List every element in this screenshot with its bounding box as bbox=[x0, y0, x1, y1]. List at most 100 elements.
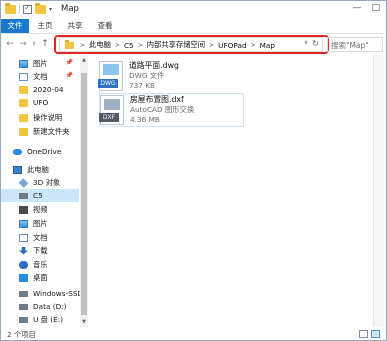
item-count: 2 个项目 bbox=[7, 330, 36, 339]
sidebar-item-videos[interactable]: 视频 bbox=[1, 203, 79, 216]
sidebar-item-usb-e[interactable]: U 盘 (E:) bbox=[1, 313, 79, 326]
sidebar-item-label: UFO bbox=[33, 98, 49, 107]
sidebar-item-label: U 盘 (E:) bbox=[33, 314, 64, 324]
sidebar-item-label: 视频 bbox=[33, 204, 48, 214]
pin-icon: 📌 bbox=[65, 59, 73, 66]
sidebar-item-desktop[interactable]: 桌面 bbox=[1, 271, 79, 284]
sidebar-item-label: 文档 bbox=[33, 71, 48, 81]
tab-share[interactable]: 共享 bbox=[63, 19, 87, 33]
sidebar-item-pictures[interactable]: 图片 bbox=[1, 217, 79, 230]
window-controls: — □ bbox=[352, 3, 380, 13]
sidebar-item-label: 2020-04 bbox=[33, 85, 64, 94]
dxf-file-icon bbox=[99, 95, 124, 125]
window-title: Map bbox=[61, 4, 79, 14]
sidebar-item-onedrive[interactable]: OneDrive bbox=[1, 145, 79, 158]
sidebar-item-music[interactable]: 音乐 bbox=[1, 258, 79, 271]
tab-file[interactable]: 文件 bbox=[1, 19, 29, 33]
drive-icon bbox=[19, 303, 28, 310]
download-icon bbox=[19, 246, 28, 255]
forward-button[interactable]: → bbox=[18, 38, 28, 50]
sidebar-item-label: 下载 bbox=[33, 245, 48, 255]
title-bar: ▾ Map — □ bbox=[1, 1, 386, 19]
up-button[interactable]: ↑ bbox=[40, 38, 50, 50]
dwg-file-icon bbox=[98, 61, 123, 91]
cloud-icon bbox=[13, 148, 22, 155]
details-view-icon[interactable] bbox=[359, 330, 368, 338]
scroll-up-icon[interactable]: ▲ bbox=[81, 57, 87, 63]
minimize-button[interactable]: — bbox=[352, 3, 361, 13]
sidebar-item-2020-04[interactable]: 2020-04 bbox=[1, 83, 79, 96]
sidebar-item-data-d[interactable]: Data (D:) bbox=[1, 300, 79, 313]
folder-icon bbox=[19, 85, 28, 94]
sidebar-item-pictures-pinned[interactable]: 图片 📌 bbox=[1, 57, 79, 70]
content-scrollbar[interactable] bbox=[373, 55, 384, 327]
file-item[interactable]: 房屋布置图.dxf AutoCAD 图形交换 4.36 MB bbox=[99, 93, 244, 127]
file-type: DWG 文件 bbox=[129, 71, 165, 80]
sidebar-item-windows-ssd[interactable]: Windows-SSD ( bbox=[1, 287, 88, 300]
sidebar-item-downloads[interactable]: 下载 bbox=[1, 244, 79, 257]
file-item[interactable]: 道路平面.dwg DWG 文件 737 KB bbox=[98, 59, 244, 93]
file-name: 房屋布置图.dxf bbox=[130, 95, 184, 104]
scroll-down-icon[interactable]: ▼ bbox=[81, 319, 87, 325]
music-icon bbox=[19, 260, 28, 269]
sidebar-item-3d-objects[interactable]: 3D 对象 bbox=[1, 176, 79, 189]
sidebar-item-label: 新建文件夹 bbox=[33, 126, 70, 136]
search-input[interactable]: 搜索"Map" bbox=[327, 37, 383, 52]
device-icon bbox=[19, 192, 28, 199]
sidebar-scrollbar[interactable]: ▲ ▼ bbox=[80, 55, 88, 327]
address-highlight-box bbox=[54, 35, 329, 54]
document-icon bbox=[19, 72, 28, 81]
drive-icon bbox=[19, 290, 28, 297]
pin-icon: 📌 bbox=[65, 72, 73, 79]
recent-locations-button[interactable]: ∨ bbox=[30, 38, 38, 50]
maximize-button[interactable]: □ bbox=[371, 3, 380, 13]
toolbar-divider bbox=[19, 4, 20, 14]
sidebar-item-label: 文档 bbox=[33, 232, 48, 242]
tiles-view-icon[interactable] bbox=[371, 330, 380, 338]
sidebar-item-this-pc[interactable]: 此电脑 bbox=[1, 163, 79, 176]
file-size: 737 KB bbox=[129, 81, 156, 90]
view-switcher bbox=[359, 330, 380, 338]
sidebar-item-label: 3D 对象 bbox=[33, 177, 61, 187]
sidebar-item-label: 操作说明 bbox=[33, 112, 63, 122]
sidebar-item-ufo[interactable]: UFO bbox=[1, 96, 79, 109]
file-type: AutoCAD 图形交换 bbox=[130, 105, 195, 114]
drive-icon bbox=[19, 316, 28, 323]
folder-icon bbox=[19, 127, 28, 136]
image-icon bbox=[19, 219, 28, 228]
customize-toolbar-icon[interactable]: ▾ bbox=[49, 6, 52, 13]
desktop-icon bbox=[19, 273, 28, 282]
properties-icon[interactable] bbox=[23, 3, 32, 14]
sidebar-item-label: OneDrive bbox=[27, 147, 62, 156]
sidebar-item-label: 桌面 bbox=[33, 272, 48, 282]
new-folder-icon[interactable] bbox=[35, 2, 46, 14]
image-icon bbox=[19, 59, 28, 68]
file-list: 道路平面.dwg DWG 文件 737 KB 房屋布置图.dxf AutoCAD… bbox=[91, 55, 386, 327]
file-meta: 房屋布置图.dxf AutoCAD 图形交换 4.36 MB bbox=[130, 95, 194, 125]
3d-objects-icon bbox=[18, 177, 29, 188]
back-button[interactable]: ← bbox=[5, 38, 15, 50]
status-bar: 2 个项目 bbox=[1, 327, 386, 340]
sidebar-item-documents[interactable]: 文档 bbox=[1, 231, 79, 244]
navigation-pane: 图片 📌 文档 📌 2020-04 UFO 操作说明 新建文件夹 OneDriv… bbox=[1, 55, 88, 327]
sidebar-item-c5[interactable]: C5 bbox=[1, 189, 79, 202]
tab-view[interactable]: 查看 bbox=[93, 19, 117, 33]
sidebar-item-label: 图片 bbox=[33, 218, 48, 228]
tab-home[interactable]: 主页 bbox=[33, 19, 57, 33]
computer-icon bbox=[13, 165, 22, 174]
folder-icon bbox=[5, 2, 16, 14]
document-icon bbox=[19, 233, 28, 242]
sidebar-item-label: Data (D:) bbox=[33, 302, 67, 311]
sidebar-item-label: 音乐 bbox=[33, 259, 48, 269]
sidebar-item-instructions[interactable]: 操作说明 bbox=[1, 111, 79, 124]
folder-icon bbox=[19, 98, 28, 107]
sidebar-item-documents-pinned[interactable]: 文档 📌 bbox=[1, 70, 79, 83]
quick-access-toolbar: ▾ bbox=[5, 2, 52, 14]
video-icon bbox=[19, 205, 28, 214]
explorer-window: ▾ Map — □ 文件 主页 共享 查看 ← → ∨ ↑ > 此电脑 > C5… bbox=[0, 0, 387, 341]
sidebar-item-new-folder[interactable]: 新建文件夹 bbox=[1, 125, 79, 138]
sidebar-item-label: 此电脑 bbox=[27, 164, 49, 174]
sidebar-item-label: 图片 bbox=[33, 58, 48, 68]
file-size: 4.36 MB bbox=[130, 115, 160, 124]
scrollbar-thumb[interactable] bbox=[81, 73, 87, 315]
